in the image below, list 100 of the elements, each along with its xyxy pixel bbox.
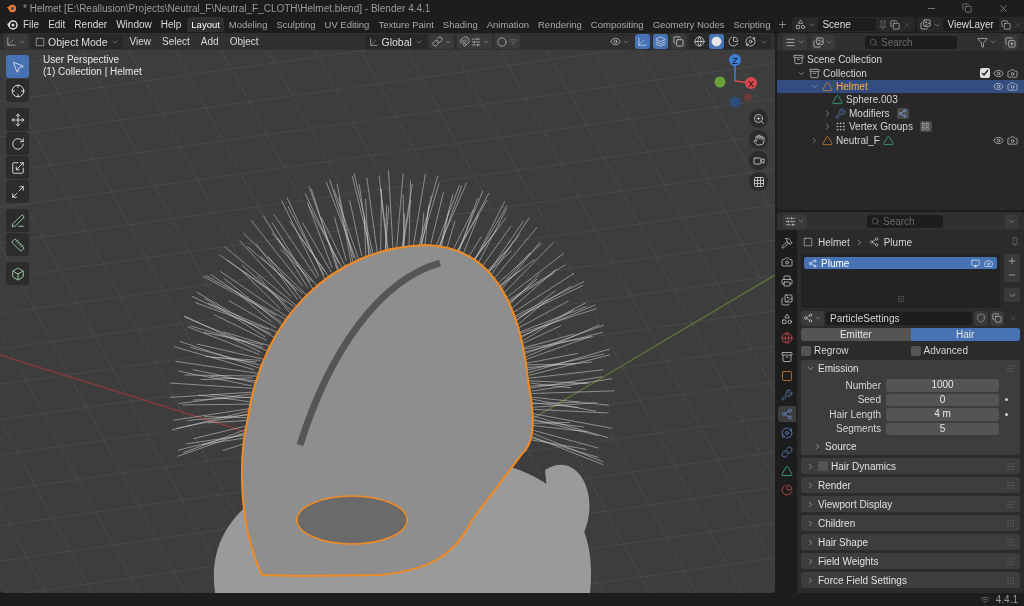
properties-tab[interactable] xyxy=(778,292,796,308)
tool-button[interactable] xyxy=(6,108,29,131)
camera-icon[interactable] xyxy=(1007,134,1018,146)
number-field[interactable]: 1000 xyxy=(886,379,999,392)
resize-handle-icon[interactable] xyxy=(896,295,905,303)
panel-header[interactable]: Force Field Settings xyxy=(801,572,1020,588)
workspace-tab[interactable]: Geometry Nodes xyxy=(648,17,729,32)
tool-button[interactable] xyxy=(6,132,29,155)
gizmo-toggle[interactable] xyxy=(635,34,650,49)
workspace-tab[interactable]: Rendering xyxy=(534,17,586,32)
number-field[interactable]: 4 m xyxy=(886,408,999,421)
workspace-tab[interactable]: Shading xyxy=(438,17,482,32)
new-collection-button[interactable] xyxy=(1003,34,1018,50)
panel-header[interactable]: Hair Dynamics xyxy=(801,458,1020,474)
pan-button[interactable] xyxy=(749,130,768,149)
pin-icon[interactable] xyxy=(878,19,889,30)
duplicate-button[interactable] xyxy=(990,310,1004,326)
shading-button[interactable] xyxy=(709,34,724,49)
menu-item[interactable]: Edit xyxy=(44,17,70,32)
checkbox[interactable] xyxy=(910,345,921,356)
number-field[interactable]: 0 xyxy=(886,393,999,406)
editor-type-button[interactable] xyxy=(811,34,835,50)
menu-item[interactable]: Help xyxy=(156,17,186,32)
settings-name-field[interactable]: ParticleSettings xyxy=(826,311,972,325)
workspace-tab[interactable]: Animation xyxy=(482,17,533,32)
tool-button[interactable] xyxy=(6,156,29,179)
drag-handle-icon[interactable] xyxy=(1006,575,1015,585)
camera-view-button[interactable] xyxy=(749,151,768,170)
type-toggle-button[interactable]: Emitter xyxy=(801,328,911,341)
drag-handle-icon[interactable] xyxy=(1006,499,1015,509)
drag-handle-icon[interactable] xyxy=(1006,461,1015,471)
panel-header[interactable]: Viewport Display xyxy=(801,496,1020,512)
snap-button[interactable] xyxy=(456,34,492,49)
zoom-button[interactable] xyxy=(749,109,768,128)
list-item[interactable]: Plume xyxy=(804,257,997,269)
overlay-toggle[interactable] xyxy=(653,34,668,49)
tool-button[interactable] xyxy=(6,233,29,256)
properties-tab[interactable] xyxy=(778,349,796,365)
camera-icon[interactable] xyxy=(984,258,993,268)
eye-icon[interactable] xyxy=(993,134,1004,146)
view-layer-name-field[interactable]: ViewLayer xyxy=(943,18,1000,31)
drag-handle-icon[interactable] xyxy=(1006,363,1015,373)
outliner-row[interactable]: Neutral_F xyxy=(777,133,1024,147)
duplicate-icon[interactable] xyxy=(1001,19,1012,30)
outliner-row[interactable]: Modifiers xyxy=(777,106,1024,120)
add-button[interactable] xyxy=(1004,254,1020,268)
tool-button[interactable] xyxy=(6,262,29,285)
axis-gizmo-drawing[interactable] xyxy=(714,54,757,108)
menu-item[interactable]: Render xyxy=(70,17,112,32)
drag-handle-icon[interactable] xyxy=(1006,480,1015,490)
search-field[interactable]: Search xyxy=(867,214,943,228)
scene-name-field[interactable]: Scene xyxy=(818,18,877,31)
type-toggle-button[interactable]: Hair xyxy=(910,328,1020,341)
menu-item[interactable]: Window xyxy=(112,17,156,32)
workspace-tab[interactable]: Scripting xyxy=(729,17,775,32)
properties-tab[interactable] xyxy=(778,387,796,403)
scene-selector[interactable]: Scene xyxy=(792,17,916,32)
workspace-tab[interactable]: Compositing xyxy=(586,17,648,32)
panel-header[interactable]: Hair Shape xyxy=(801,534,1020,550)
menu-item[interactable]: View xyxy=(125,34,156,49)
view-layer-selector[interactable]: ViewLayer xyxy=(917,17,1024,32)
tool-button[interactable] xyxy=(6,209,29,232)
display-mode-button[interactable] xyxy=(783,34,807,50)
fake-user-button[interactable] xyxy=(974,310,988,326)
checkbox[interactable] xyxy=(801,345,811,356)
shading-button[interactable] xyxy=(692,34,707,49)
drag-handle-icon[interactable] xyxy=(1006,518,1015,528)
tool-button[interactable] xyxy=(6,79,29,102)
camera-icon[interactable] xyxy=(1007,67,1018,79)
keyframe-dot[interactable] xyxy=(1004,398,1008,402)
outliner-row[interactable]: Helmet xyxy=(777,79,1024,94)
camera-icon[interactable] xyxy=(1007,80,1018,92)
workspace-tab[interactable]: UV Editing xyxy=(320,17,374,32)
workspace-tab[interactable]: Sculpting xyxy=(272,17,320,32)
checkbox[interactable] xyxy=(980,68,990,79)
keyframe-dot[interactable] xyxy=(1004,412,1008,416)
properties-tab[interactable] xyxy=(778,235,796,251)
outliner-row[interactable]: Scene Collection xyxy=(777,53,1024,67)
menu-item[interactable]: Add xyxy=(196,34,223,49)
properties-tab[interactable] xyxy=(778,425,796,441)
monitor-icon[interactable] xyxy=(971,258,980,268)
panel-header[interactable]: Children xyxy=(801,515,1020,531)
workspace-tab[interactable]: Layout xyxy=(187,17,224,32)
outliner-row[interactable]: Sphere.003 xyxy=(777,93,1024,107)
editor-type-button[interactable] xyxy=(783,213,807,229)
number-field[interactable]: 5 xyxy=(886,422,999,435)
outliner-row[interactable]: Collection xyxy=(777,66,1024,80)
tool-button[interactable] xyxy=(6,180,29,203)
perspective-toggle[interactable] xyxy=(749,172,768,191)
properties-tab[interactable] xyxy=(778,444,796,460)
workspace-tab[interactable]: Modeling xyxy=(224,17,272,32)
tool-button[interactable] xyxy=(6,55,29,78)
search-field[interactable]: Search xyxy=(865,35,957,49)
menu-item[interactable]: File xyxy=(19,17,44,32)
menu-item[interactable]: Select xyxy=(158,34,194,49)
drag-handle-icon[interactable] xyxy=(1006,537,1015,547)
specials-menu-button[interactable] xyxy=(1004,288,1020,302)
properties-tab[interactable] xyxy=(778,254,796,270)
panel-header[interactable]: Render xyxy=(801,477,1020,493)
pivot-button[interactable] xyxy=(429,34,454,49)
